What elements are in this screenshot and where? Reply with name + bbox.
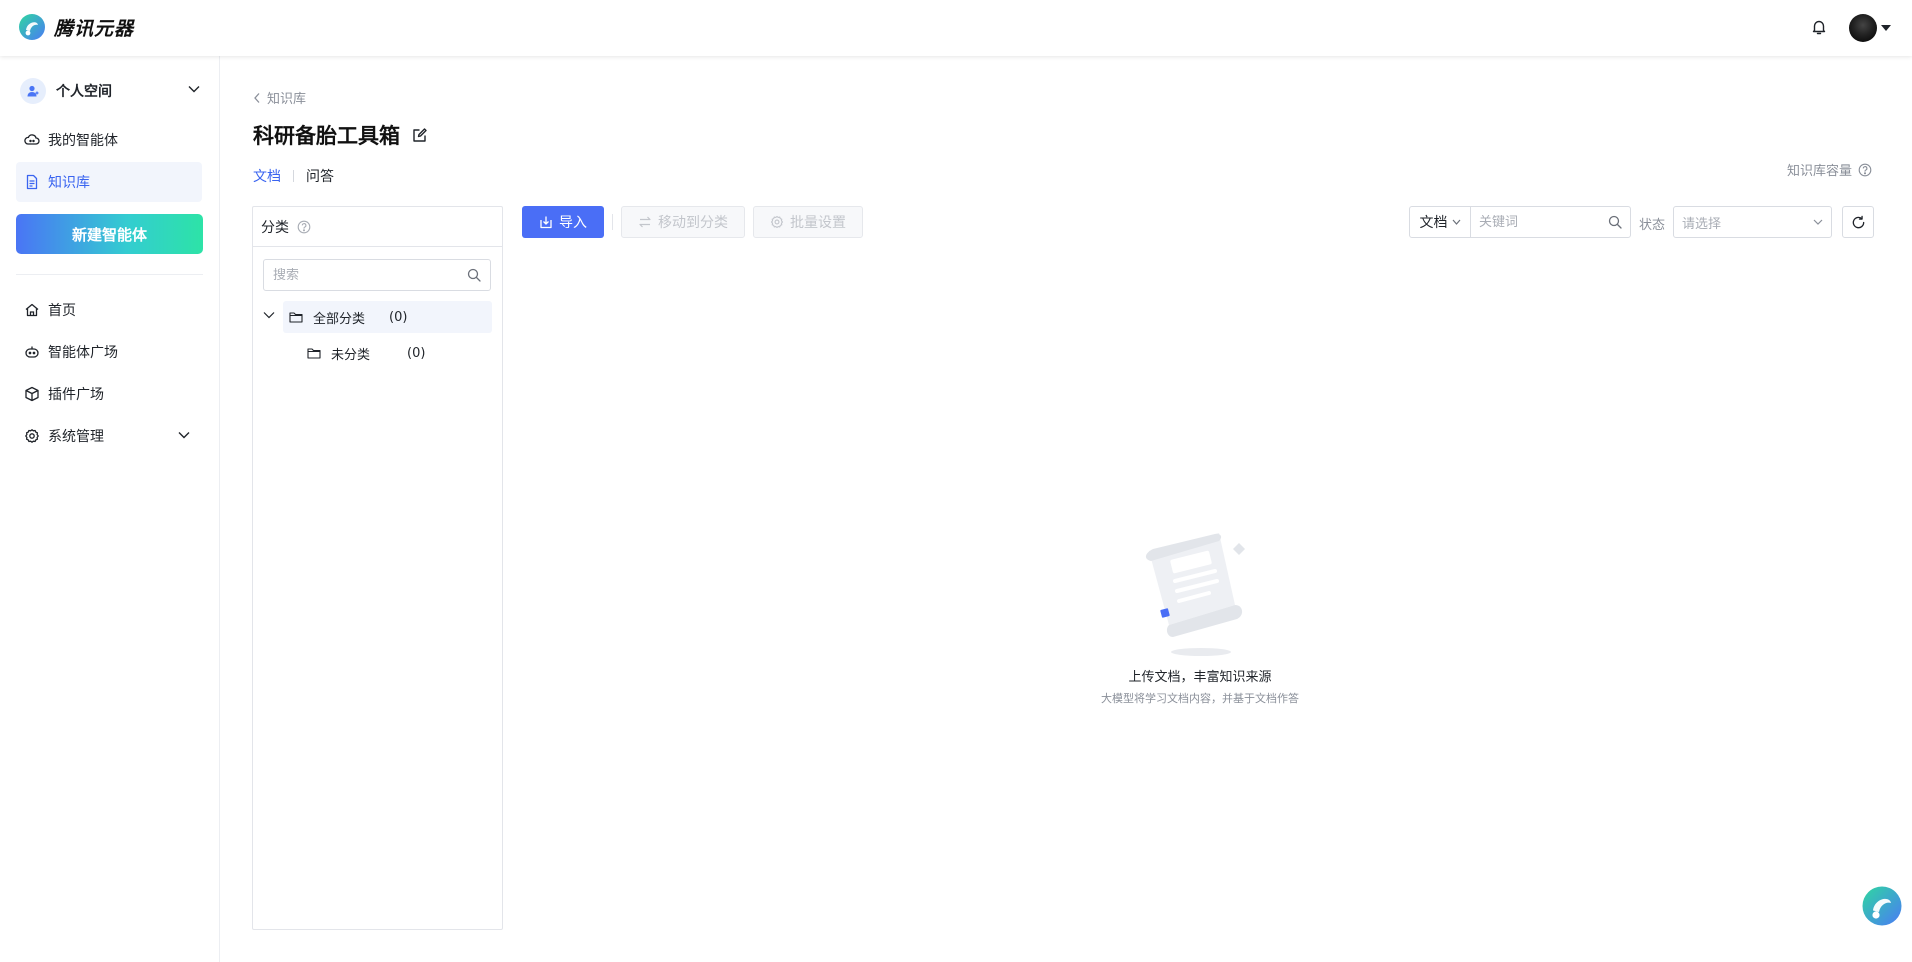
home-icon (24, 302, 40, 318)
content-tabs: 文档 问答 (253, 166, 334, 186)
tencent-yuanqi-logo-icon (1862, 886, 1902, 926)
space-label: 个人空间 (56, 84, 112, 100)
filter-type-value: 文档 (1419, 215, 1448, 231)
floating-assistant-button[interactable] (1861, 885, 1903, 927)
user-menu-toggle[interactable] (1881, 24, 1891, 32)
sidebar-item-system-admin[interactable]: 系统管理 (16, 416, 202, 456)
gear-icon (24, 428, 40, 444)
tab-qa[interactable]: 问答 (306, 166, 334, 186)
capacity-label: 知识库容量 (1786, 164, 1852, 179)
batch-settings-button[interactable]: 批量设置 (753, 206, 863, 238)
brand-name: 腾讯元器 (54, 17, 135, 40)
space-switcher[interactable]: 个人空间 (20, 76, 200, 106)
help-circle-icon (1858, 163, 1872, 176)
top-header: 腾讯元器 (0, 0, 1912, 56)
sidebar-item-label: 首页 (48, 303, 76, 319)
tencent-yuanqi-logo-icon (19, 14, 45, 40)
tab-documents[interactable]: 文档 (253, 166, 281, 186)
chevron-left-icon (254, 92, 260, 103)
keyword-input[interactable] (1479, 214, 1608, 230)
caret-down-icon (1881, 25, 1891, 31)
robot-cloud-icon (24, 132, 40, 148)
tree-item-uncategorized[interactable]: 未分类 (0) (307, 337, 492, 369)
sidebar-item-my-agents[interactable]: 我的智能体 (16, 120, 202, 160)
sidebar-item-label: 插件广场 (48, 387, 104, 403)
status-placeholder: 请选择 (1682, 216, 1722, 232)
search-icon (467, 268, 481, 282)
edit-icon (413, 128, 427, 142)
robot-icon (24, 344, 40, 360)
sidebar-item-label: 我的智能体 (48, 133, 118, 149)
keyword-search[interactable] (1470, 206, 1631, 238)
notification-button[interactable] (1810, 18, 1828, 36)
empty-document-scroll-icon (1145, 533, 1245, 656)
sidebar-item-knowledge-base[interactable]: 知识库 (16, 162, 202, 202)
move-label: 移动到分类 (658, 215, 728, 231)
filter-type-select[interactable]: 文档 (1409, 206, 1471, 238)
category-panel: 分类 全部分类 (0) 未分类 (0) (252, 206, 503, 930)
sidebar: 个人空间 我的智能体 知识库 新建智能体 首页 智能体广场 插件广场 系统管理 (0, 56, 220, 962)
chevron-down-icon (1452, 219, 1460, 225)
main-content: 知识库 科研备胎工具箱 文档 问答 知识库容量 分类 搜索 全部分类 (0) 未… (221, 56, 1912, 962)
category-title: 分类 (261, 219, 289, 236)
folder-icon (289, 312, 303, 323)
tab-divider (293, 170, 294, 182)
refresh-button[interactable] (1842, 206, 1874, 238)
folder-icon (307, 348, 321, 359)
chevron-down-icon[interactable] (263, 311, 275, 319)
status-filter-label: 状态 (1639, 218, 1666, 233)
chevron-down-icon (188, 86, 200, 93)
empty-state-title: 上传文档，丰富知识来源 (1128, 670, 1272, 685)
sidebar-item-label: 智能体广场 (48, 345, 118, 361)
sidebar-item-label: 知识库 (48, 175, 90, 191)
tree-item-label: 未分类 (331, 347, 371, 363)
sidebar-divider (16, 274, 203, 275)
cube-icon (24, 386, 40, 402)
tree-item-count: (0) (407, 345, 426, 361)
category-header: 分类 (253, 207, 502, 247)
refresh-icon (1852, 215, 1864, 228)
user-avatar[interactable] (1849, 14, 1877, 42)
sidebar-item-label: 系统管理 (48, 429, 104, 445)
tree-item-label: 全部分类 (313, 311, 366, 327)
gear-icon (770, 215, 784, 229)
brand-logo[interactable]: 腾讯元器 (18, 13, 134, 41)
search-icon (1608, 215, 1622, 229)
status-select[interactable]: 请选择 (1673, 206, 1832, 238)
chevron-down-icon (178, 432, 190, 439)
breadcrumb-link[interactable]: 知识库 (267, 88, 306, 107)
sidebar-item-plugin-plaza[interactable]: 插件广场 (16, 374, 202, 414)
import-label: 导入 (559, 215, 587, 231)
chevron-down-icon (1813, 219, 1823, 225)
tree-item-all-categories[interactable]: 全部分类 (0) (283, 301, 492, 333)
toolbar-divider (612, 214, 613, 230)
help-circle-icon[interactable] (297, 220, 311, 234)
user-plus-icon (27, 85, 39, 97)
move-to-category-button[interactable]: 移动到分类 (621, 206, 745, 238)
category-search-input[interactable] (273, 267, 467, 283)
sidebar-item-agent-plaza[interactable]: 智能体广场 (16, 332, 202, 372)
knowledge-base-title: 科研备胎工具箱 (253, 124, 400, 148)
bell-icon (1812, 20, 1826, 35)
space-avatar (20, 78, 46, 104)
sidebar-item-home[interactable]: 首页 (16, 290, 202, 330)
import-icon (540, 216, 552, 229)
knowledge-base-capacity[interactable]: 知识库容量 (1787, 160, 1872, 179)
tree-item-count: (0) (389, 309, 408, 325)
empty-state-illustration (1131, 525, 1261, 657)
import-button[interactable]: 导入 (522, 206, 604, 238)
empty-state-subtitle: 大模型将学习文档内容，并基于文档作答 (1101, 692, 1299, 705)
breadcrumb[interactable]: 知识库 (253, 88, 306, 107)
page-title: 科研备胎工具箱 (253, 120, 428, 150)
new-agent-button[interactable]: 新建智能体 (16, 214, 203, 254)
document-icon (24, 174, 40, 190)
category-search[interactable] (263, 259, 491, 291)
edit-title-button[interactable] (412, 127, 428, 143)
batch-label: 批量设置 (790, 215, 846, 231)
swap-icon (639, 216, 651, 228)
